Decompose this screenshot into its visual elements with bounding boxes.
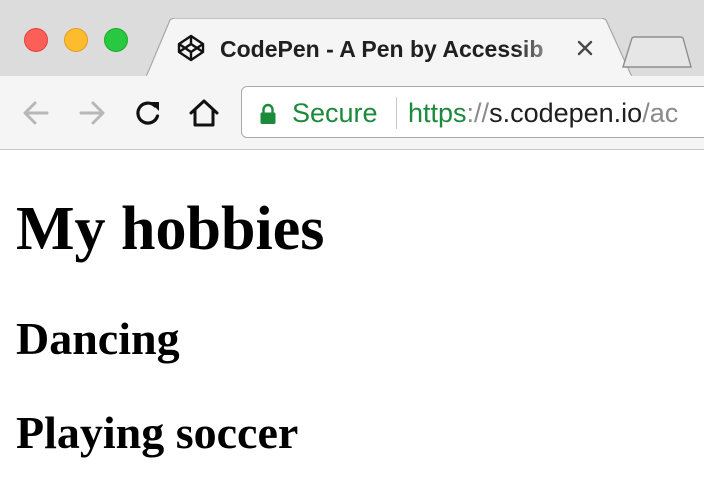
arrow-left-icon xyxy=(23,101,49,125)
new-tab-button[interactable] xyxy=(622,36,692,68)
page-content: My hobbies Dancing Playing soccer xyxy=(0,151,704,486)
page-heading: My hobbies xyxy=(16,195,325,263)
secure-label: Secure xyxy=(292,98,378,128)
tab-title: CodePen - A Pen by Accessib xyxy=(220,36,544,62)
browser-toolbar: Secure https://s.codepen.io/ac xyxy=(0,76,704,150)
reload-button[interactable] xyxy=(128,94,168,132)
url-scheme: https xyxy=(408,98,467,128)
url-host: s.codepen.io xyxy=(489,98,643,128)
close-tab-icon[interactable] xyxy=(574,37,596,59)
browser-title-bar: CodePen - A Pen by Accessib xyxy=(0,0,704,78)
address-bar[interactable]: Secure https://s.codepen.io/ac xyxy=(241,86,704,138)
window-maximize-button[interactable] xyxy=(104,28,128,52)
codepen-icon xyxy=(177,34,205,62)
home-icon xyxy=(189,99,219,127)
reload-icon xyxy=(136,101,160,125)
arrow-right-icon xyxy=(79,101,105,125)
back-button[interactable] xyxy=(16,94,56,132)
window-minimize-button[interactable] xyxy=(64,28,88,52)
window-close-button[interactable] xyxy=(24,28,48,52)
url-path: /ac xyxy=(642,98,679,128)
hobby-heading-dancing: Dancing xyxy=(16,313,180,364)
url-separator: :// xyxy=(466,98,490,128)
url-text[interactable]: https://s.codepen.io/ac xyxy=(408,95,678,131)
address-divider xyxy=(396,97,397,129)
active-tab[interactable]: CodePen - A Pen by Accessib xyxy=(146,18,632,78)
hobby-heading-soccer: Playing soccer xyxy=(16,407,299,458)
forward-button[interactable] xyxy=(72,94,112,132)
home-button[interactable] xyxy=(184,94,224,132)
lock-icon xyxy=(260,103,276,124)
